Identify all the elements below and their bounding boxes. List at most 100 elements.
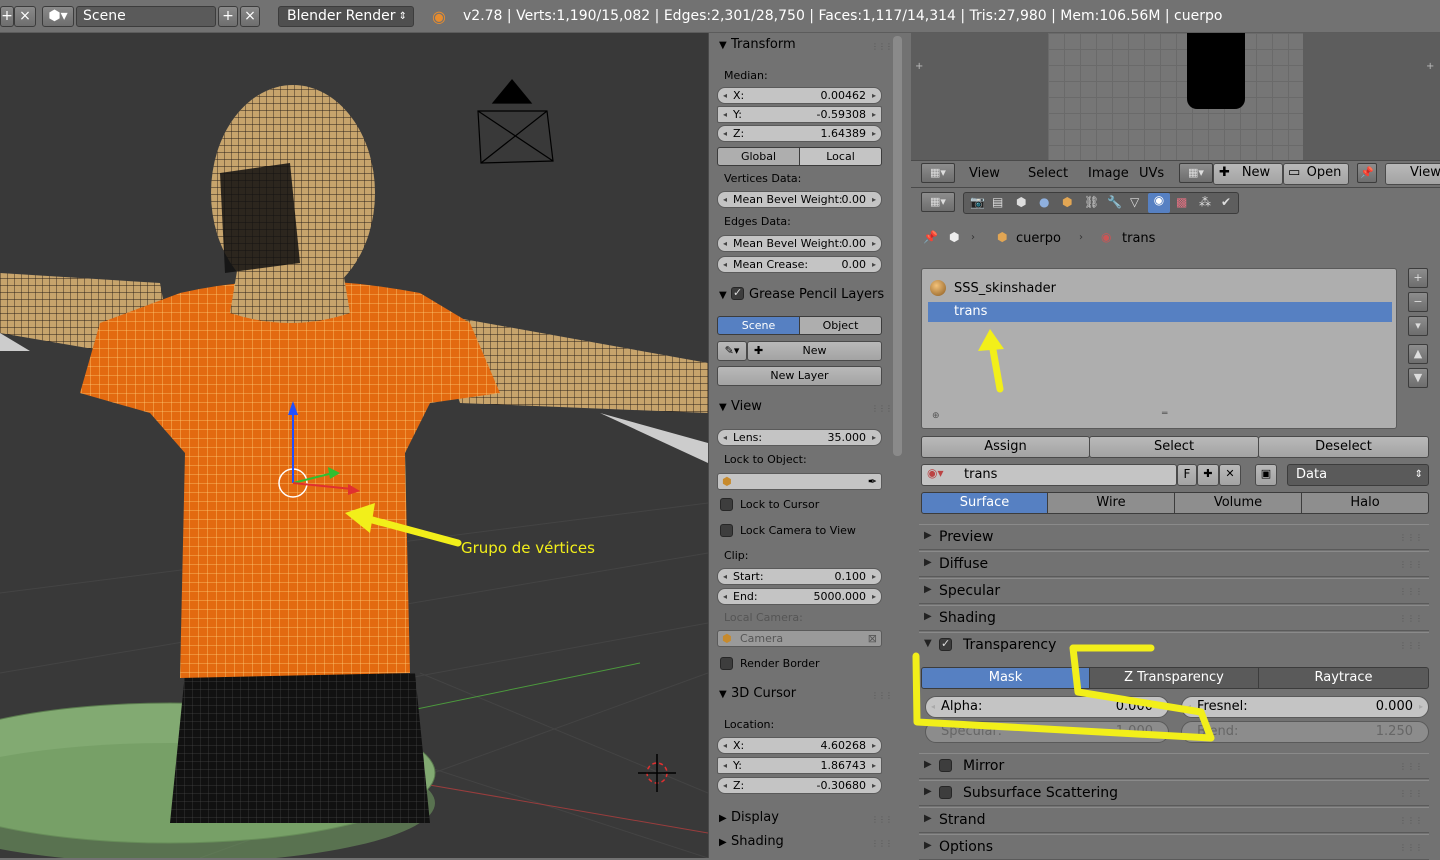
cursor-z-field[interactable]: ◂ Z: -0.30680 ▸	[717, 777, 882, 794]
menu-image[interactable]: Image	[1088, 166, 1129, 181]
panel-grip-icon[interactable]: ⋮⋮⋮	[1399, 587, 1423, 596]
panel-grip-icon[interactable]: ⋮⋮⋮	[871, 839, 893, 848]
lens-field[interactable]: ◂ Lens: 35.000 ▸	[717, 429, 882, 446]
grease-new-button[interactable]: ✚ New	[747, 341, 882, 361]
panel-grip-icon[interactable]: ⋮⋮⋮	[871, 691, 893, 700]
filter-icon[interactable]: ⊕	[932, 411, 940, 421]
pin-icon[interactable]: 📌	[923, 230, 938, 244]
menu-select[interactable]: Select	[1028, 166, 1068, 181]
material-slot-list[interactable]: SSS_skinshader trans ⊕ ═	[921, 268, 1397, 429]
preview-panel[interactable]: ▶ Preview ⋮⋮⋮	[919, 524, 1429, 550]
render-layers-tab-icon[interactable]: ▤	[992, 195, 1003, 209]
plus-icon[interactable]: +	[1426, 61, 1434, 72]
resize-grip-icon[interactable]: ═	[1162, 409, 1167, 419]
image-browse-icon[interactable]: ▦▾	[1179, 163, 1213, 183]
cursor-x-field[interactable]: ◂ X: 4.60268 ▸	[717, 737, 882, 754]
remove-slot-icon[interactable]: −	[1408, 292, 1428, 312]
panel-grip-icon[interactable]: ⋮⋮⋮	[1399, 533, 1423, 542]
display-panel-header[interactable]: ▶ Display	[719, 810, 779, 828]
plus-icon[interactable]: +	[915, 61, 923, 72]
clip-end-field[interactable]: ◂ End: 5000.000 ▸	[717, 588, 882, 605]
panel-grip-icon[interactable]: ⋮⋮⋮	[1399, 816, 1423, 825]
local-toggle[interactable]: Local	[799, 147, 882, 166]
pin-icon[interactable]: 📌	[1357, 163, 1377, 183]
view-panel-header[interactable]: ▼ View	[719, 399, 762, 417]
select-button[interactable]: Select	[1089, 436, 1259, 458]
menu-view[interactable]: View	[969, 166, 1000, 181]
editor-type-icon[interactable]: ▦▾	[921, 163, 955, 183]
shading-panel[interactable]: ▶ Shading ⋮⋮⋮	[919, 605, 1429, 631]
panel-grip-icon[interactable]: ⋮⋮⋮	[1399, 560, 1423, 569]
median-y-field[interactable]: ◂ Y: -0.59308 ▸	[717, 106, 882, 123]
raytrace-toggle[interactable]: Raytrace	[1258, 667, 1429, 689]
lock-to-cursor-checkbox[interactable]	[720, 498, 733, 511]
shading-panel-header[interactable]: ▶ Shading	[719, 834, 784, 852]
render-engine-select[interactable]: Blender Render ⇕	[278, 6, 414, 27]
constraints-tab-icon[interactable]: ⛓	[1084, 195, 1099, 209]
assign-button[interactable]: Assign	[921, 436, 1090, 458]
menu-uvs[interactable]: UVs	[1139, 166, 1164, 181]
local-camera-field[interactable]: ⬢ Camera ⊠	[717, 630, 882, 647]
mirror-panel[interactable]: ▶ Mirror ⋮⋮⋮	[919, 753, 1429, 779]
tab-halo[interactable]: Halo	[1301, 492, 1429, 514]
texture-tab-icon[interactable]: ▩	[1176, 195, 1187, 209]
edge-bevel-weight-field[interactable]: ◂ Mean Bevel Weight: 0.00 ▸	[717, 235, 882, 252]
vertex-bevel-weight-field[interactable]: ◂ Mean Bevel Weight: 0.00 ▸	[717, 191, 882, 208]
material-datablock-field[interactable]: ◉▾ trans	[921, 464, 1177, 486]
data-tab-icon[interactable]: ▽	[1130, 195, 1139, 209]
render-tab-icon[interactable]: 📷	[970, 195, 985, 209]
slot-menu-icon[interactable]: ▾	[1408, 316, 1428, 336]
3d-cursor-panel-header[interactable]: ▼ 3D Cursor	[719, 686, 796, 704]
slot-item[interactable]: SSS_skinshader	[954, 281, 1056, 296]
move-down-icon[interactable]: ▼	[1408, 368, 1428, 388]
pencil-icon[interactable]: ✎▾	[717, 341, 747, 361]
panel-grip-icon[interactable]: ⋮⋮⋮	[1399, 789, 1423, 798]
panel-grip-icon[interactable]: ⋮⋮⋮	[871, 404, 893, 413]
scene-name-field[interactable]: Scene	[76, 6, 216, 27]
new-layer-button[interactable]: New Layer	[717, 366, 882, 386]
object-tab-icon[interactable]: ⬢	[1062, 195, 1072, 209]
panel-grip-icon[interactable]: ⋮⋮⋮	[871, 815, 893, 824]
transform-panel-header[interactable]: ▼ Transform	[719, 37, 796, 55]
view-mode-button[interactable]: View	[1385, 163, 1440, 185]
panel-grip-icon[interactable]: ⋮⋮⋮	[1399, 762, 1423, 771]
panel-grip-icon[interactable]: ⋮⋮⋮	[1399, 641, 1423, 650]
grease-scene-toggle[interactable]: Scene	[717, 316, 800, 335]
clip-start-field[interactable]: ◂ Start: 0.100 ▸	[717, 568, 882, 585]
panel-grip-icon[interactable]: ⋮⋮⋮	[1399, 843, 1423, 852]
tab-wire[interactable]: Wire	[1047, 492, 1175, 514]
render-border-checkbox[interactable]	[720, 657, 733, 670]
specular-panel[interactable]: ▶ Specular ⋮⋮⋮	[919, 578, 1429, 604]
tab-volume[interactable]: Volume	[1174, 492, 1302, 514]
eyedropper-icon[interactable]: ✒	[868, 474, 877, 489]
3d-viewport[interactable]: Grupo de vértices	[0, 33, 708, 858]
material-tab-icon[interactable]: ◉	[1148, 193, 1170, 213]
physics-tab-icon[interactable]: ✔	[1221, 195, 1231, 209]
tab-surface[interactable]: Surface	[921, 492, 1048, 514]
median-z-field[interactable]: ◂ Z: 1.64389 ▸	[717, 125, 882, 142]
scene-tab-icon[interactable]: ⬢	[1016, 195, 1026, 209]
new-material-icon[interactable]: ✚	[1197, 464, 1219, 486]
modifiers-tab-icon[interactable]: 🔧	[1107, 195, 1122, 209]
grease-pencil-checkbox[interactable]	[731, 286, 744, 300]
mirror-checkbox[interactable]	[939, 759, 952, 772]
clear-icon[interactable]: ⊠	[868, 631, 877, 646]
scene-icon[interactable]: ⬢▾	[42, 6, 74, 27]
open-image-button[interactable]: ▭ Open	[1283, 163, 1349, 185]
cursor-y-field[interactable]: ◂ Y: 1.86743 ▸	[717, 757, 882, 774]
close-screen-icon[interactable]: ×	[14, 6, 36, 27]
fake-user-toggle[interactable]: F	[1177, 464, 1197, 486]
node-icon[interactable]: ▣	[1255, 464, 1277, 486]
add-slot-icon[interactable]: +	[1408, 268, 1428, 288]
unlink-icon[interactable]: ✕	[1219, 464, 1241, 486]
grease-object-toggle[interactable]: Object	[799, 316, 882, 335]
median-x-field[interactable]: ◂ X: 0.00462 ▸	[717, 87, 882, 104]
particles-tab-icon[interactable]: ⁂	[1199, 195, 1211, 209]
sss-checkbox[interactable]	[939, 786, 952, 799]
sidebar-scrollbar[interactable]	[893, 36, 902, 456]
uv-image-editor[interactable]: + +	[911, 33, 1440, 160]
grease-pencil-panel-header[interactable]: ▼Grease Pencil Layers	[719, 286, 884, 305]
strand-panel[interactable]: ▶ Strand ⋮⋮⋮	[919, 807, 1429, 833]
panel-grip-icon[interactable]: ⋮⋮⋮	[1399, 614, 1423, 623]
diffuse-panel[interactable]: ▶ Diffuse ⋮⋮⋮	[919, 551, 1429, 577]
